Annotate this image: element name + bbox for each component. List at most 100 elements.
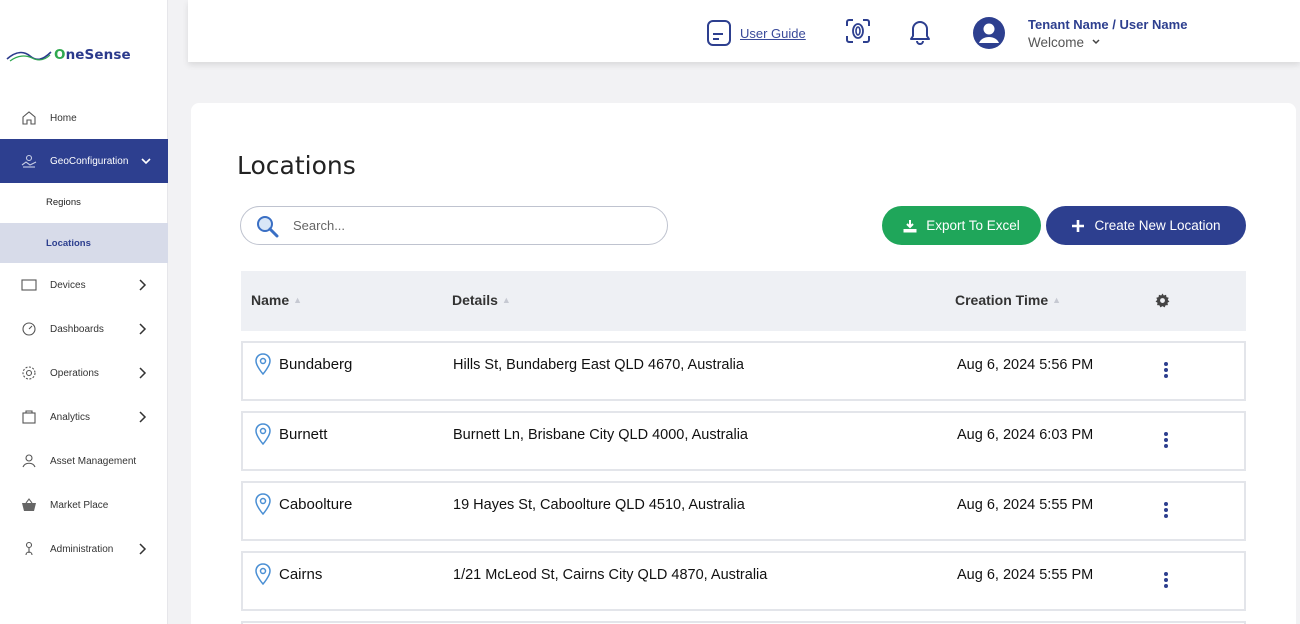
column-label: Details <box>452 292 498 308</box>
more-options-icon[interactable] <box>1161 569 1171 591</box>
chevron-right-icon <box>139 367 147 379</box>
location-pin-icon <box>255 563 271 585</box>
location-name: Caboolture <box>279 495 353 513</box>
sidebar-item-geoconfiguration[interactable]: GeoConfiguration <box>0 139 168 183</box>
create-new-location-button[interactable]: Create New Location <box>1046 206 1246 245</box>
chevron-right-icon <box>139 279 147 291</box>
location-name: Bundaberg <box>279 355 353 373</box>
creation-time: Aug 6, 2024 5:55 PM <box>957 497 1094 513</box>
onesense-logo[interactable]: OneSense <box>6 40 156 70</box>
notifications-button[interactable] <box>906 17 934 45</box>
search-box[interactable] <box>240 206 668 245</box>
welcome-dropdown[interactable]: Welcome <box>1028 35 1187 50</box>
column-header-details[interactable]: Details ▲ <box>452 292 511 308</box>
user-guide-label: User Guide <box>740 25 806 41</box>
location-name-cell: Burnett <box>255 423 327 445</box>
sidebar: OneSense Home GeoConfiguration Regions L… <box>0 0 168 624</box>
home-icon <box>20 109 38 127</box>
sidebar-item-market-place[interactable]: Market Place <box>0 483 168 527</box>
sort-icon: ▲ <box>1052 295 1062 305</box>
table-row[interactable]: Caboolture 19 Hayes St, Caboolture QLD 4… <box>241 481 1246 541</box>
admin-icon <box>20 540 38 558</box>
sidebar-item-label: Market Place <box>50 499 109 511</box>
more-options-icon[interactable] <box>1161 429 1171 451</box>
creation-time: Aug 6, 2024 5:55 PM <box>957 567 1094 583</box>
sidebar-item-label: GeoConfiguration <box>50 155 129 167</box>
logo-text: OneSense <box>54 47 131 63</box>
chevron-down-icon <box>1092 39 1100 45</box>
search-input[interactable] <box>293 218 633 233</box>
device-icon <box>20 276 38 294</box>
more-options-icon[interactable] <box>1161 359 1171 381</box>
sidebar-subitem-locations[interactable]: Locations <box>0 223 168 263</box>
analytics-icon <box>20 408 38 426</box>
sidebar-item-administration[interactable]: Administration <box>0 527 168 571</box>
plus-icon <box>1071 219 1085 233</box>
dashboard-icon <box>20 320 38 338</box>
column-header-name[interactable]: Name ▲ <box>251 292 302 308</box>
more-options-icon[interactable] <box>1161 499 1171 521</box>
avatar-icon <box>973 17 1005 49</box>
column-header-creation-time[interactable]: Creation Time ▲ <box>955 292 1061 308</box>
welcome-label: Welcome <box>1028 34 1085 50</box>
table-row[interactable]: Cairns 1/21 McLeod St, Cairns City QLD 4… <box>241 551 1246 611</box>
column-label: Name <box>251 292 290 308</box>
location-pin-icon <box>255 423 271 445</box>
location-pin-icon <box>255 353 271 375</box>
column-settings-button[interactable] <box>1155 293 1170 308</box>
location-details: 1/21 McLeod St, Cairns City QLD 4870, Au… <box>453 567 768 583</box>
location-details: Burnett Ln, Brisbane City QLD 4000, Aust… <box>453 427 748 443</box>
fingerprint-button[interactable] <box>844 17 872 45</box>
user-name: Tenant Name / User Name <box>1028 16 1188 32</box>
sidebar-item-label: Asset Management <box>50 455 137 467</box>
sort-icon: ▲ <box>293 295 303 305</box>
sidebar-item-operations[interactable]: Operations <box>0 351 168 395</box>
chevron-right-icon <box>139 323 147 335</box>
sidebar-item-devices[interactable]: Devices <box>0 263 168 307</box>
sidebar-item-label: Home <box>50 112 77 124</box>
chevron-right-icon <box>139 411 147 423</box>
gear-icon <box>20 364 38 382</box>
user-guide-link[interactable]: User Guide <box>706 19 806 47</box>
creation-time: Aug 6, 2024 5:56 PM <box>957 357 1094 373</box>
basket-icon <box>20 496 38 514</box>
creation-time: Aug 6, 2024 6:03 PM <box>957 427 1094 443</box>
sidebar-item-label: Operations <box>50 367 99 379</box>
sidebar-item-label: Dashboards <box>50 323 104 335</box>
location-pin-icon <box>255 493 271 515</box>
page-title: Locations <box>237 151 356 180</box>
location-details: 19 Hayes St, Caboolture QLD 4510, Austra… <box>453 497 745 513</box>
table-row[interactable]: Burnett Burnett Ln, Brisbane City QLD 40… <box>241 411 1246 471</box>
export-to-excel-button[interactable]: Export To Excel <box>882 206 1041 245</box>
location-name-cell: Cairns <box>255 563 322 585</box>
asset-icon <box>20 452 38 470</box>
chevron-down-icon <box>141 158 151 165</box>
sidebar-subitem-label: Regions <box>46 196 81 208</box>
sort-icon: ▲ <box>501 295 511 305</box>
logo-swoosh-icon <box>6 51 52 62</box>
sidebar-subitem-label: Locations <box>46 237 91 249</box>
user-menu[interactable]: Tenant Name / User Name Welcome <box>972 16 1187 50</box>
location-name: Cairns <box>279 565 323 583</box>
sidebar-item-analytics[interactable]: Analytics <box>0 395 168 439</box>
download-icon <box>903 219 917 233</box>
column-label: Creation Time <box>955 292 1049 308</box>
sidebar-item-asset-management[interactable]: Asset Management <box>0 439 168 483</box>
document-icon <box>707 20 731 46</box>
location-name-cell: Bundaberg <box>255 353 352 375</box>
bell-icon <box>910 21 930 45</box>
create-label: Create New Location <box>1094 218 1221 233</box>
top-bar: User Guide Tenant Name / User Name Welco… <box>188 0 1300 62</box>
table-row[interactable]: Bundaberg Hills St, Bundaberg East QLD 4… <box>241 341 1246 401</box>
sidebar-item-home[interactable]: Home <box>0 96 168 140</box>
sidebar-item-label: Administration <box>50 543 114 555</box>
sidebar-subitem-regions[interactable]: Regions <box>0 182 168 222</box>
chevron-right-icon <box>139 543 147 555</box>
sidebar-item-label: Devices <box>50 279 86 291</box>
table-header: Name ▲ Details ▲ Creation Time ▲ <box>241 271 1246 331</box>
location-name: Burnett <box>279 425 328 443</box>
search-icon <box>257 215 279 237</box>
fingerprint-icon <box>846 19 870 43</box>
location-name-cell: Caboolture <box>255 493 352 515</box>
sidebar-item-dashboards[interactable]: Dashboards <box>0 307 168 351</box>
